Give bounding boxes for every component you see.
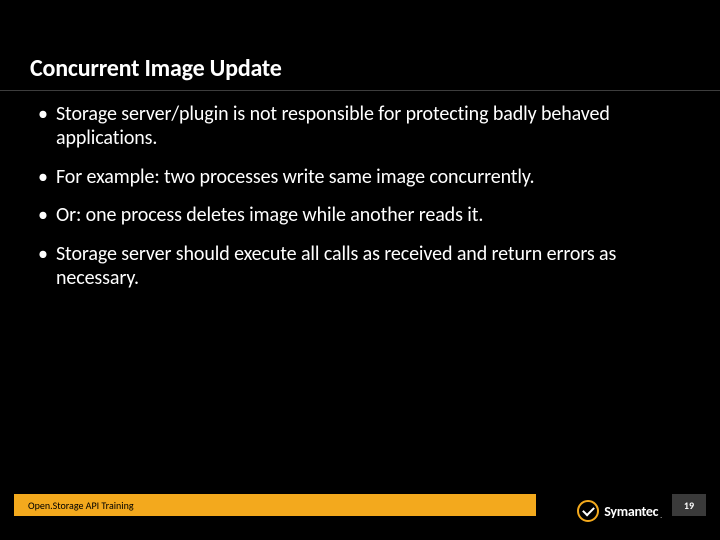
- check-circle-icon: [577, 500, 599, 522]
- bullet-text: Storage server/plugin is not responsible…: [56, 102, 690, 151]
- footer-label: Open.Storage API Training: [28, 499, 134, 512]
- page-number-box: 19: [672, 494, 706, 516]
- title-area: Concurrent Image Update: [30, 54, 690, 83]
- brand-logo: Symantec .: [577, 500, 662, 522]
- bullet-item: • For example: two processes write same …: [38, 165, 690, 189]
- bullet-dot-icon: •: [38, 203, 56, 227]
- bullet-dot-icon: •: [38, 242, 56, 266]
- bullet-item: • Or: one process deletes image while an…: [38, 203, 690, 227]
- slide-content: • Storage server/plugin is not responsib…: [38, 102, 690, 304]
- brand-name: Symantec: [604, 503, 658, 520]
- bullet-text: Storage server should execute all calls …: [56, 242, 690, 291]
- bullet-item: • Storage server/plugin is not responsib…: [38, 102, 690, 151]
- brand-tm: .: [660, 511, 662, 520]
- bullet-item: • Storage server should execute all call…: [38, 242, 690, 291]
- bullet-dot-icon: •: [38, 165, 56, 189]
- slide-title: Concurrent Image Update: [30, 54, 690, 83]
- bullet-dot-icon: •: [38, 102, 56, 126]
- page-number: 19: [684, 499, 694, 512]
- title-divider: [0, 90, 720, 91]
- footer-bar: Open.Storage API Training: [14, 494, 536, 516]
- bullet-text: For example: two processes write same im…: [56, 165, 535, 189]
- checkmark-icon: [582, 503, 595, 516]
- bullet-text: Or: one process deletes image while anot…: [56, 203, 483, 227]
